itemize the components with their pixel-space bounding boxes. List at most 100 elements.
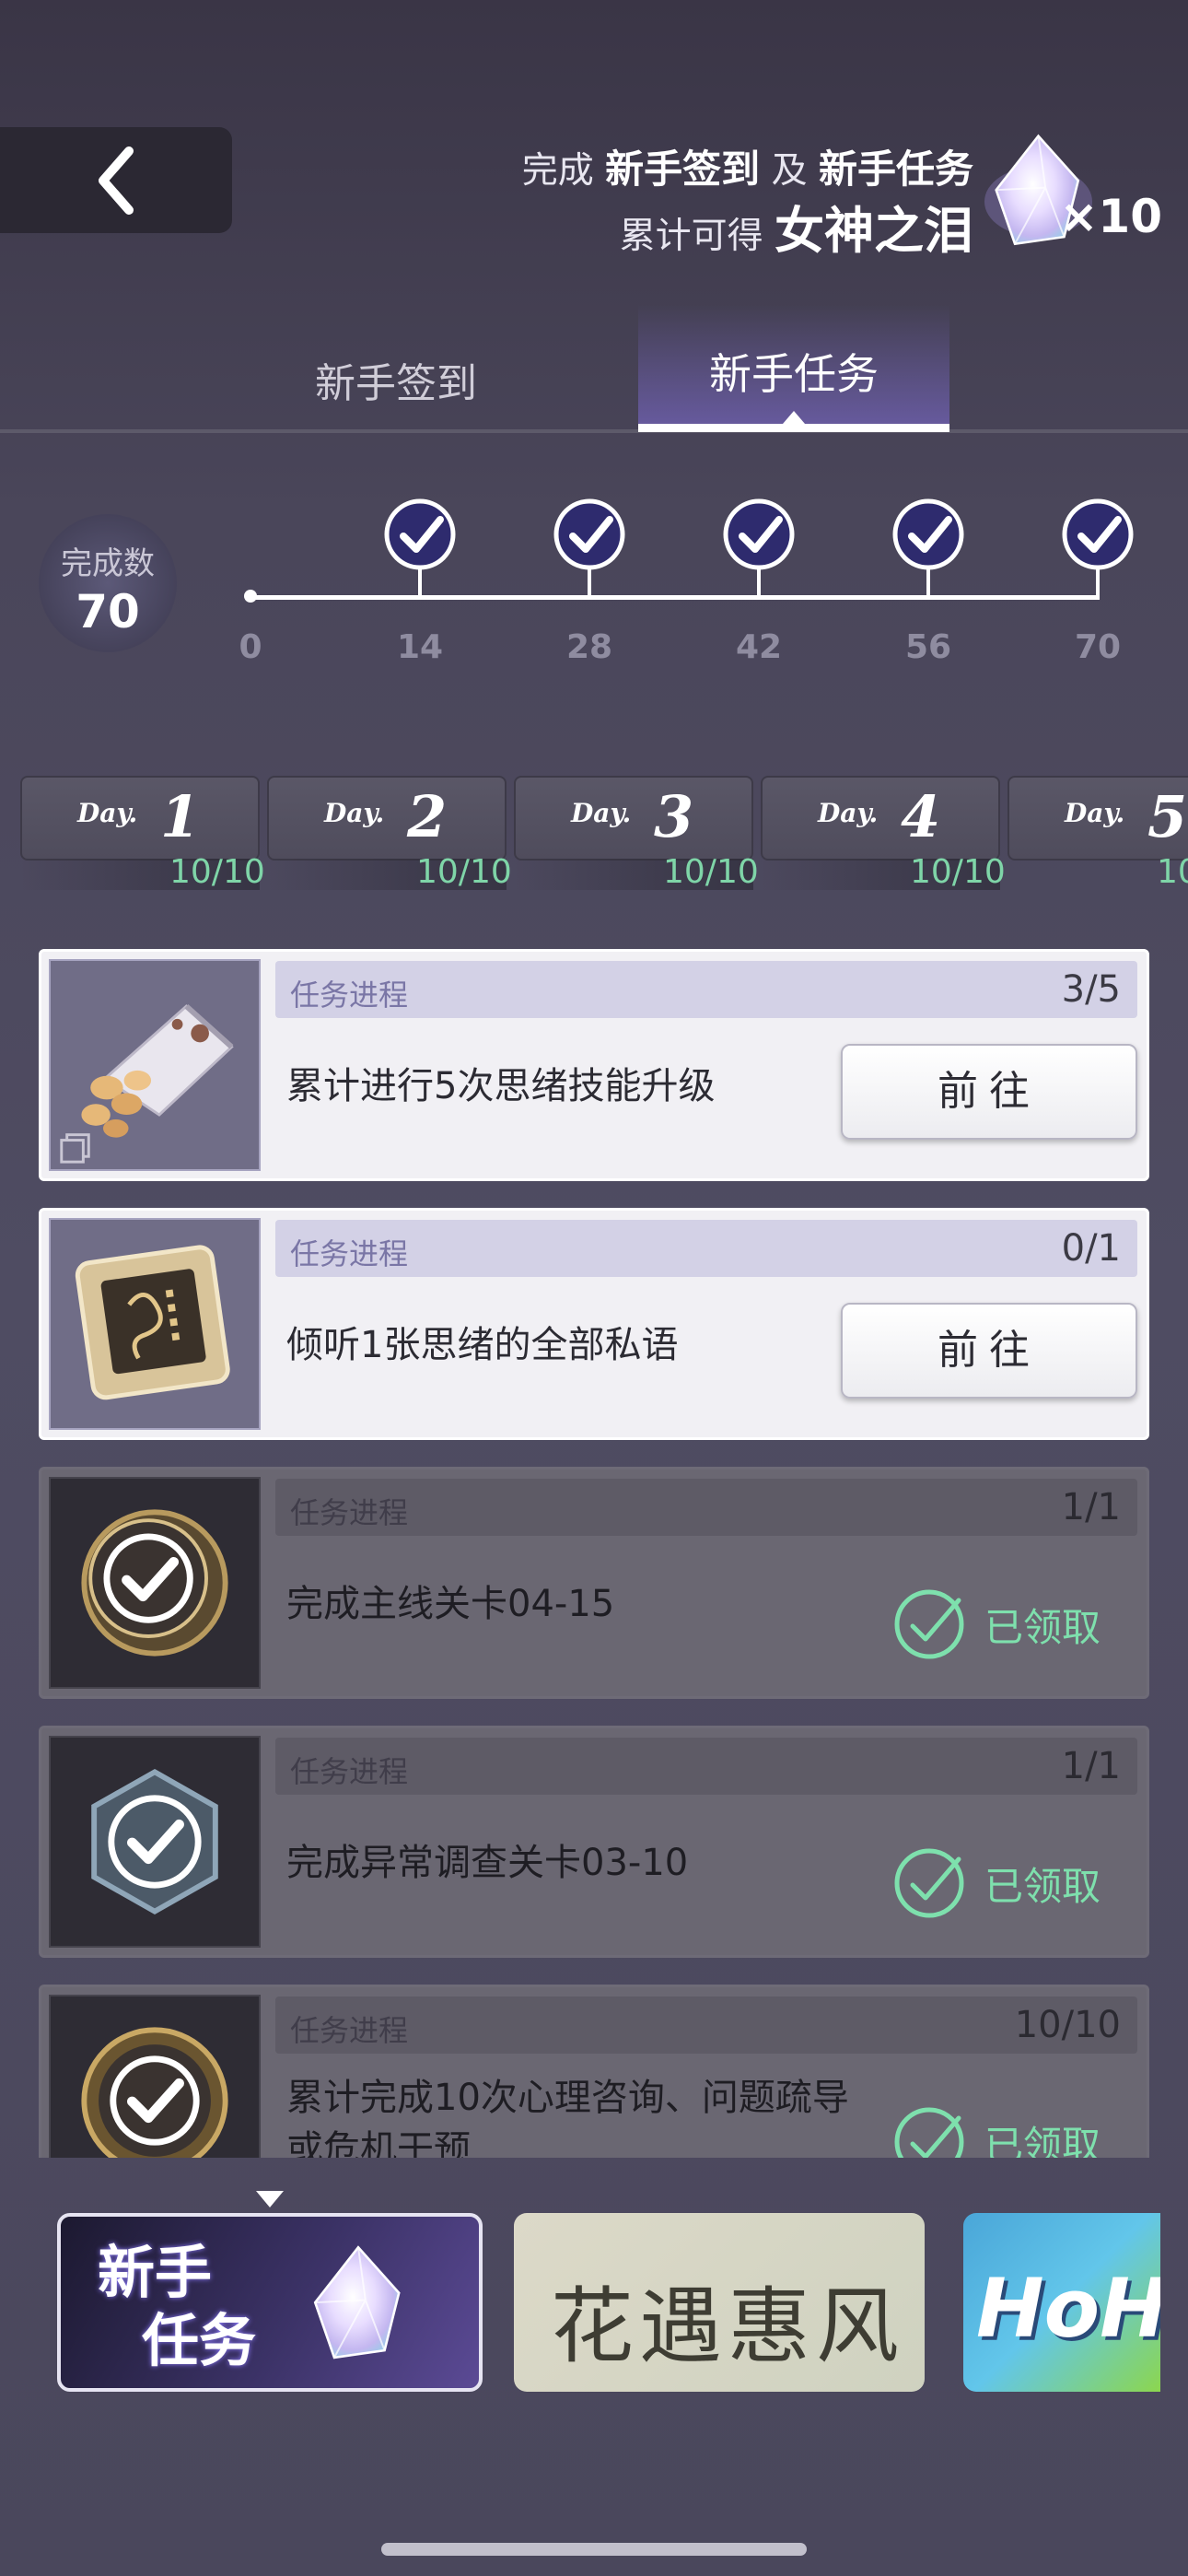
completion-count-label: 完成数 [61, 545, 155, 582]
task-item: 任务进程 3/5 累计进行5次思绪技能升级 前往 [39, 949, 1149, 1181]
main-story-medal-icon [81, 1509, 228, 1657]
chevron-left-icon [99, 146, 134, 215]
milestone-label: 56 [904, 628, 952, 666]
claimed-label: 已领取 [984, 1604, 1101, 1650]
progress-start-dot [244, 590, 257, 603]
day-progress: 10/10 [663, 853, 759, 891]
task-progress-label: 任务进程 [290, 1495, 409, 1530]
task-item: 任务进程 1/1 完成主线关卡04-15 已领取 [39, 1467, 1149, 1699]
task-item: 任务进程 0/1 倾听1张思绪的全部私语 前往 [39, 1208, 1149, 1440]
task-progress-value: 10/10 [1014, 2004, 1121, 2046]
milestone-check-icon[interactable] [720, 496, 798, 573]
banner-title-line1: 新手 [98, 2239, 213, 2306]
banner-hoho[interactable]: HoHo [963, 2213, 1160, 2392]
banner-title: HoHo [976, 2261, 1160, 2356]
gem-icon [313, 2245, 401, 2359]
task-description: 累计进行5次思绪技能升级 [286, 1065, 716, 1107]
day-word: Day. [571, 798, 632, 828]
milestone-label: 28 [565, 628, 613, 666]
day-word: Day. [324, 798, 385, 828]
milestone-check-icon[interactable] [381, 496, 459, 573]
banner-title: 花遇惠风 [551, 2278, 904, 2375]
day-word: Day. [1065, 798, 1125, 828]
go-button[interactable]: 前往 [841, 1044, 1137, 1140]
tab-beginner-signin[interactable]: 新手签到 [276, 350, 516, 409]
milestone-label: 0 [239, 628, 262, 666]
task-thumbnail [49, 1736, 261, 1948]
task-progress-label: 任务进程 [290, 978, 409, 1013]
milestone-label: 14 [396, 628, 444, 666]
reward-description-line1: 完成 新手签到 及 新手任务 [521, 146, 973, 192]
anomaly-hexagon-icon [91, 1768, 218, 1915]
task-progress-bar: 任务进程 3/5 [275, 961, 1137, 1018]
check-circle-icon [894, 1848, 964, 1918]
day-tab-1[interactable]: Day. 1 [20, 776, 260, 861]
day-number: 2 [407, 783, 448, 850]
task-description: 完成主线关卡04-15 [286, 1583, 615, 1625]
task-item: 任务进程 1/1 完成异常调查关卡03-10 已领取 [39, 1726, 1149, 1958]
task-progress-value: 0/1 [1061, 1227, 1121, 1270]
milestone-check-icon[interactable] [890, 496, 967, 573]
progress-track [250, 595, 1100, 600]
home-indicator[interactable] [381, 2543, 807, 2556]
task-list[interactable]: 任务进程 3/5 累计进行5次思绪技能升级 前往 任务进程 0/1 倾听1张思绪… [39, 945, 1149, 2158]
task-progress-bar: 任务进程 1/1 [275, 1479, 1137, 1536]
banner-beginner-tasks[interactable]: 新手 任务 [57, 2213, 483, 2392]
claimed-status: 已领取 [892, 2105, 1101, 2158]
task-thumbnail [49, 1477, 261, 1689]
claimed-status: 已领取 [892, 1846, 1101, 1920]
task-progress-bar: 任务进程 10/10 [275, 1996, 1137, 2054]
reward-item-name: 女神之泪 [775, 201, 973, 260]
day-progress: 10/10 [169, 853, 265, 891]
milestone-label: 42 [735, 628, 783, 666]
task-description: 倾听1张思绪的全部私语 [286, 1324, 679, 1366]
day-word: Day. [77, 798, 138, 828]
task-thumbnail [49, 1218, 261, 1430]
counseling-medal-icon [81, 2027, 228, 2158]
reward-description-line2: 累计可得 女神之泪 [619, 201, 973, 260]
task-thumbnail [49, 959, 261, 1171]
task-progress-label: 任务进程 [290, 1754, 409, 1789]
completion-count-badge: 完成数 70 [39, 514, 177, 652]
task-progress-bar: 任务进程 1/1 [275, 1738, 1137, 1795]
completion-count-value: 70 [76, 585, 140, 638]
task-description: 完成异常调查关卡03-10 [286, 1842, 689, 1884]
milestone-label: 70 [1074, 628, 1122, 666]
check-circle-icon [894, 2107, 964, 2158]
banner-title-line2: 任务 [142, 2307, 257, 2374]
carousel-caret-icon [256, 2191, 284, 2207]
task-progress-bar: 任务进程 0/1 [275, 1220, 1137, 1277]
day-progress: 10/10 [416, 853, 512, 891]
reward-count: ×10 [1059, 190, 1162, 243]
tab-caret-icon [783, 411, 805, 424]
day-number: 4 [901, 783, 941, 850]
task-description: 累计完成10次心理咨询、问题疏导或危机干预 [286, 2077, 849, 2158]
task-item: 任务进程 10/10 累计完成10次心理咨询、问题疏导或危机干预 已领取 [39, 1985, 1149, 2158]
task-progress-value: 3/5 [1061, 968, 1121, 1011]
banner-flower-breeze[interactable]: 花遇惠风 [514, 2213, 925, 2392]
day-word: Day. [818, 798, 879, 828]
claimed-label: 已领取 [984, 2122, 1101, 2159]
day-tab-4[interactable]: Day. 4 [761, 776, 1000, 861]
milestone-check-icon[interactable] [1059, 496, 1136, 573]
back-button[interactable] [0, 127, 232, 233]
day-number: 3 [654, 783, 694, 850]
banner-title: 新手 任务 [98, 2239, 256, 2375]
task-progress-label: 任务进程 [290, 1236, 409, 1271]
day-progress: 10/10 [1157, 853, 1188, 891]
day-tab-2[interactable]: Day. 2 [267, 776, 507, 861]
go-button[interactable]: 前往 [841, 1303, 1137, 1399]
day-tab-5[interactable]: Day. 5 [1007, 776, 1188, 861]
day-number: 5 [1147, 783, 1188, 850]
tab-active-indicator [638, 424, 949, 432]
task-progress-value: 1/1 [1061, 1745, 1121, 1787]
day-progress-clip: 10/10 [1007, 853, 1188, 899]
memory-chip-icon [75, 1245, 230, 1400]
day-tab-3[interactable]: Day. 3 [514, 776, 753, 861]
task-thumbnail [49, 1995, 261, 2158]
tabs-divider [0, 429, 1188, 433]
day-progress: 10/10 [910, 853, 1006, 891]
claimed-label: 已领取 [984, 1863, 1101, 1909]
tab-label: 新手任务 [709, 349, 879, 399]
milestone-check-icon[interactable] [551, 496, 628, 573]
